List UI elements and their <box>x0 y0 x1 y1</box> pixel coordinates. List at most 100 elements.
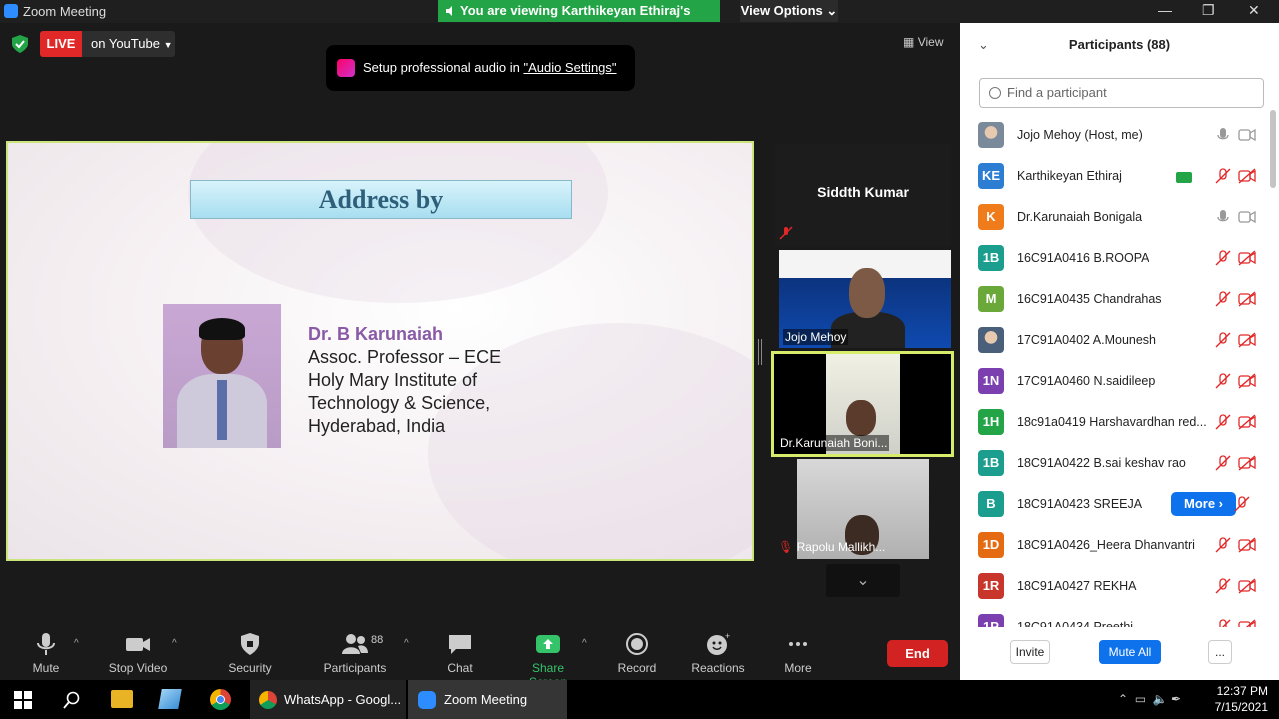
record-label: Record <box>617 661 657 675</box>
muted-mic-icon <box>1215 619 1231 627</box>
audio-settings-link[interactable]: "Audio Settings" <box>523 60 616 75</box>
muted-mic-icon <box>1215 168 1231 189</box>
muted-mic-icon <box>1215 291 1231 312</box>
video-tile-active-speaker[interactable]: Dr.Karunaiah Boni... <box>771 351 954 457</box>
participants-footer: Invite Mute All ... <box>960 640 1279 670</box>
participant-avatar: 1H <box>978 409 1004 435</box>
video-options-caret-icon[interactable]: ^ <box>172 638 177 649</box>
participant-row[interactable]: K Dr.Karunaiah Bonigala <box>960 198 1272 239</box>
muted-mic-icon <box>1215 455 1231 476</box>
video-tile[interactable]: Siddth Kumar <box>775 144 951 246</box>
participant-avatar: 1D <box>978 532 1004 558</box>
share-options-caret-icon[interactable]: ^ <box>582 638 587 649</box>
participant-name: 18C91A0426_Heera Dhanvantri <box>1017 538 1195 552</box>
participant-row[interactable]: M 16C91A0435 Chandrahas <box>960 280 1272 321</box>
record-button[interactable]: Record <box>614 632 660 675</box>
more-options-button[interactable]: ... <box>1208 640 1232 664</box>
video-person <box>849 268 885 318</box>
participant-name: 17C91A0402 A.Mounesh <box>1017 333 1156 347</box>
more-label: More <box>1183 496 1216 511</box>
invite-button[interactable]: Invite <box>1010 640 1050 664</box>
more-button[interactable]: More <box>778 632 818 675</box>
end-meeting-button[interactable]: End <box>887 640 948 667</box>
search-placeholder: Find a participant <box>1007 85 1107 100</box>
chrome-icon[interactable] <box>210 689 231 710</box>
participants-list[interactable]: Jojo Mehoy (Host, me) KE Karthikeyan Ethir… <box>960 116 1272 627</box>
close-icon[interactable]: ✕ <box>1248 2 1260 19</box>
participant-row[interactable]: 1H 18c91a0419 Harshavardhan red... <box>960 403 1272 444</box>
video-off-icon <box>1238 619 1256 627</box>
participant-row[interactable]: B 18C91A0423 SREEJA More › <box>960 485 1272 526</box>
participant-name: 18C91A0434 Preethi <box>1017 620 1134 627</box>
taskbar-clock[interactable]: 12:37 PM 7/15/2021 <box>1210 683 1268 715</box>
participant-avatar: 1R <box>978 573 1004 599</box>
reactions-button[interactable]: + Reactions <box>690 632 746 675</box>
mute-all-button[interactable]: Mute All <box>1099 640 1161 664</box>
participant-row[interactable]: 1R 18C91A0427 REKHA <box>960 567 1272 608</box>
taskbar-zoom[interactable]: Zoom Meeting <box>408 680 567 719</box>
video-off-icon <box>1238 291 1256 312</box>
participant-row[interactable]: Jojo Mehoy (Host, me) <box>960 116 1272 157</box>
participant-search-input[interactable]: Find a participant <box>979 78 1264 108</box>
participant-row[interactable]: 17C91A0402 A.Mounesh <box>960 321 1272 362</box>
speaker-info: Assoc. Professor – ECE Holy Mary Institu… <box>308 346 501 438</box>
participant-status-icons <box>1200 413 1260 433</box>
participant-more-button[interactable]: More › <box>1171 492 1236 516</box>
video-off-icon <box>1238 414 1256 435</box>
participant-row[interactable]: 1D 18C91A0426_Heera Dhanvantri <box>960 526 1272 567</box>
screen-share-icon <box>1176 172 1192 183</box>
mute-options-caret-icon[interactable]: ^ <box>74 638 79 649</box>
live-platform-dropdown[interactable]: on YouTube ▼ <box>82 31 175 57</box>
security-button[interactable]: Security <box>226 632 274 675</box>
video-off-icon <box>1238 332 1256 353</box>
participants-scrollbar[interactable] <box>1270 110 1276 188</box>
file-explorer-icon[interactable] <box>111 690 133 708</box>
minimize-icon[interactable]: — <box>1158 2 1172 18</box>
participant-avatar: 1N <box>978 368 1004 394</box>
participant-row[interactable]: 1N 17C91A0460 N.saidileep <box>960 362 1272 403</box>
speaker-info-line: Hyderabad, India <box>308 416 446 436</box>
security-label: Security <box>228 661 272 675</box>
stop-video-button[interactable]: Stop Video <box>106 632 170 675</box>
view-button[interactable]: ▦ View <box>903 35 943 49</box>
participant-row[interactable]: KE Karthikeyan Ethiraj <box>960 157 1272 198</box>
view-options-button[interactable]: View Options ⌄ <box>740 0 838 22</box>
chat-button[interactable]: Chat <box>440 632 480 675</box>
participants-icon <box>342 634 368 654</box>
search-icon[interactable] <box>63 691 81 709</box>
view-button-label: View <box>917 35 944 49</box>
video-off-icon <box>1238 455 1256 476</box>
windows-start-icon[interactable] <box>14 691 32 709</box>
volume-icon: 🔈 <box>1152 692 1168 706</box>
video-off-icon <box>1238 250 1256 271</box>
participants-options-caret-icon[interactable]: ^ <box>404 638 409 649</box>
participant-status-icons <box>1200 208 1260 228</box>
participant-row[interactable]: 1B 18C91A0422 B.sai keshav rao <box>960 444 1272 485</box>
participant-avatar: 1B <box>978 245 1004 271</box>
live-platform-label: on YouTube <box>91 36 160 51</box>
taskbar-whatsapp[interactable]: WhatsApp - Googl... <box>250 680 406 719</box>
system-tray[interactable]: ⌃ ▭ 🔈 ✒ <box>1118 692 1181 706</box>
muted-mic-icon <box>1215 578 1231 599</box>
record-icon <box>626 633 648 655</box>
participant-row[interactable]: 1B 16C91A0416 B.ROOPA <box>960 239 1272 280</box>
chevron-down-icon: ⌄ <box>826 3 838 18</box>
splitter-handle[interactable] <box>758 339 762 365</box>
muted-mic-icon <box>1215 332 1231 353</box>
video-off-icon <box>1238 373 1256 394</box>
security-shield-icon[interactable] <box>12 35 28 53</box>
participant-row[interactable]: 1P 18C91A0434 Preethi <box>960 608 1272 627</box>
mute-button[interactable]: Mute <box>22 632 70 675</box>
stop-video-label: Stop Video <box>108 661 168 675</box>
video-tile[interactable]: Jojo Mehoy <box>779 250 951 348</box>
participant-status-icons <box>1200 577 1260 597</box>
pen-icon: ✒ <box>1171 692 1182 706</box>
participant-avatar: 1B <box>978 450 1004 476</box>
scroll-down-button[interactable]: ⌄ <box>826 564 900 597</box>
network-icon: ▭ <box>1134 692 1147 706</box>
restore-icon[interactable]: ❐ <box>1202 2 1215 19</box>
participant-status-icons <box>1200 618 1260 627</box>
notepad-icon[interactable] <box>158 689 182 709</box>
participant-name: Jojo Mehoy <box>783 329 849 345</box>
video-camera-icon <box>1238 128 1256 147</box>
